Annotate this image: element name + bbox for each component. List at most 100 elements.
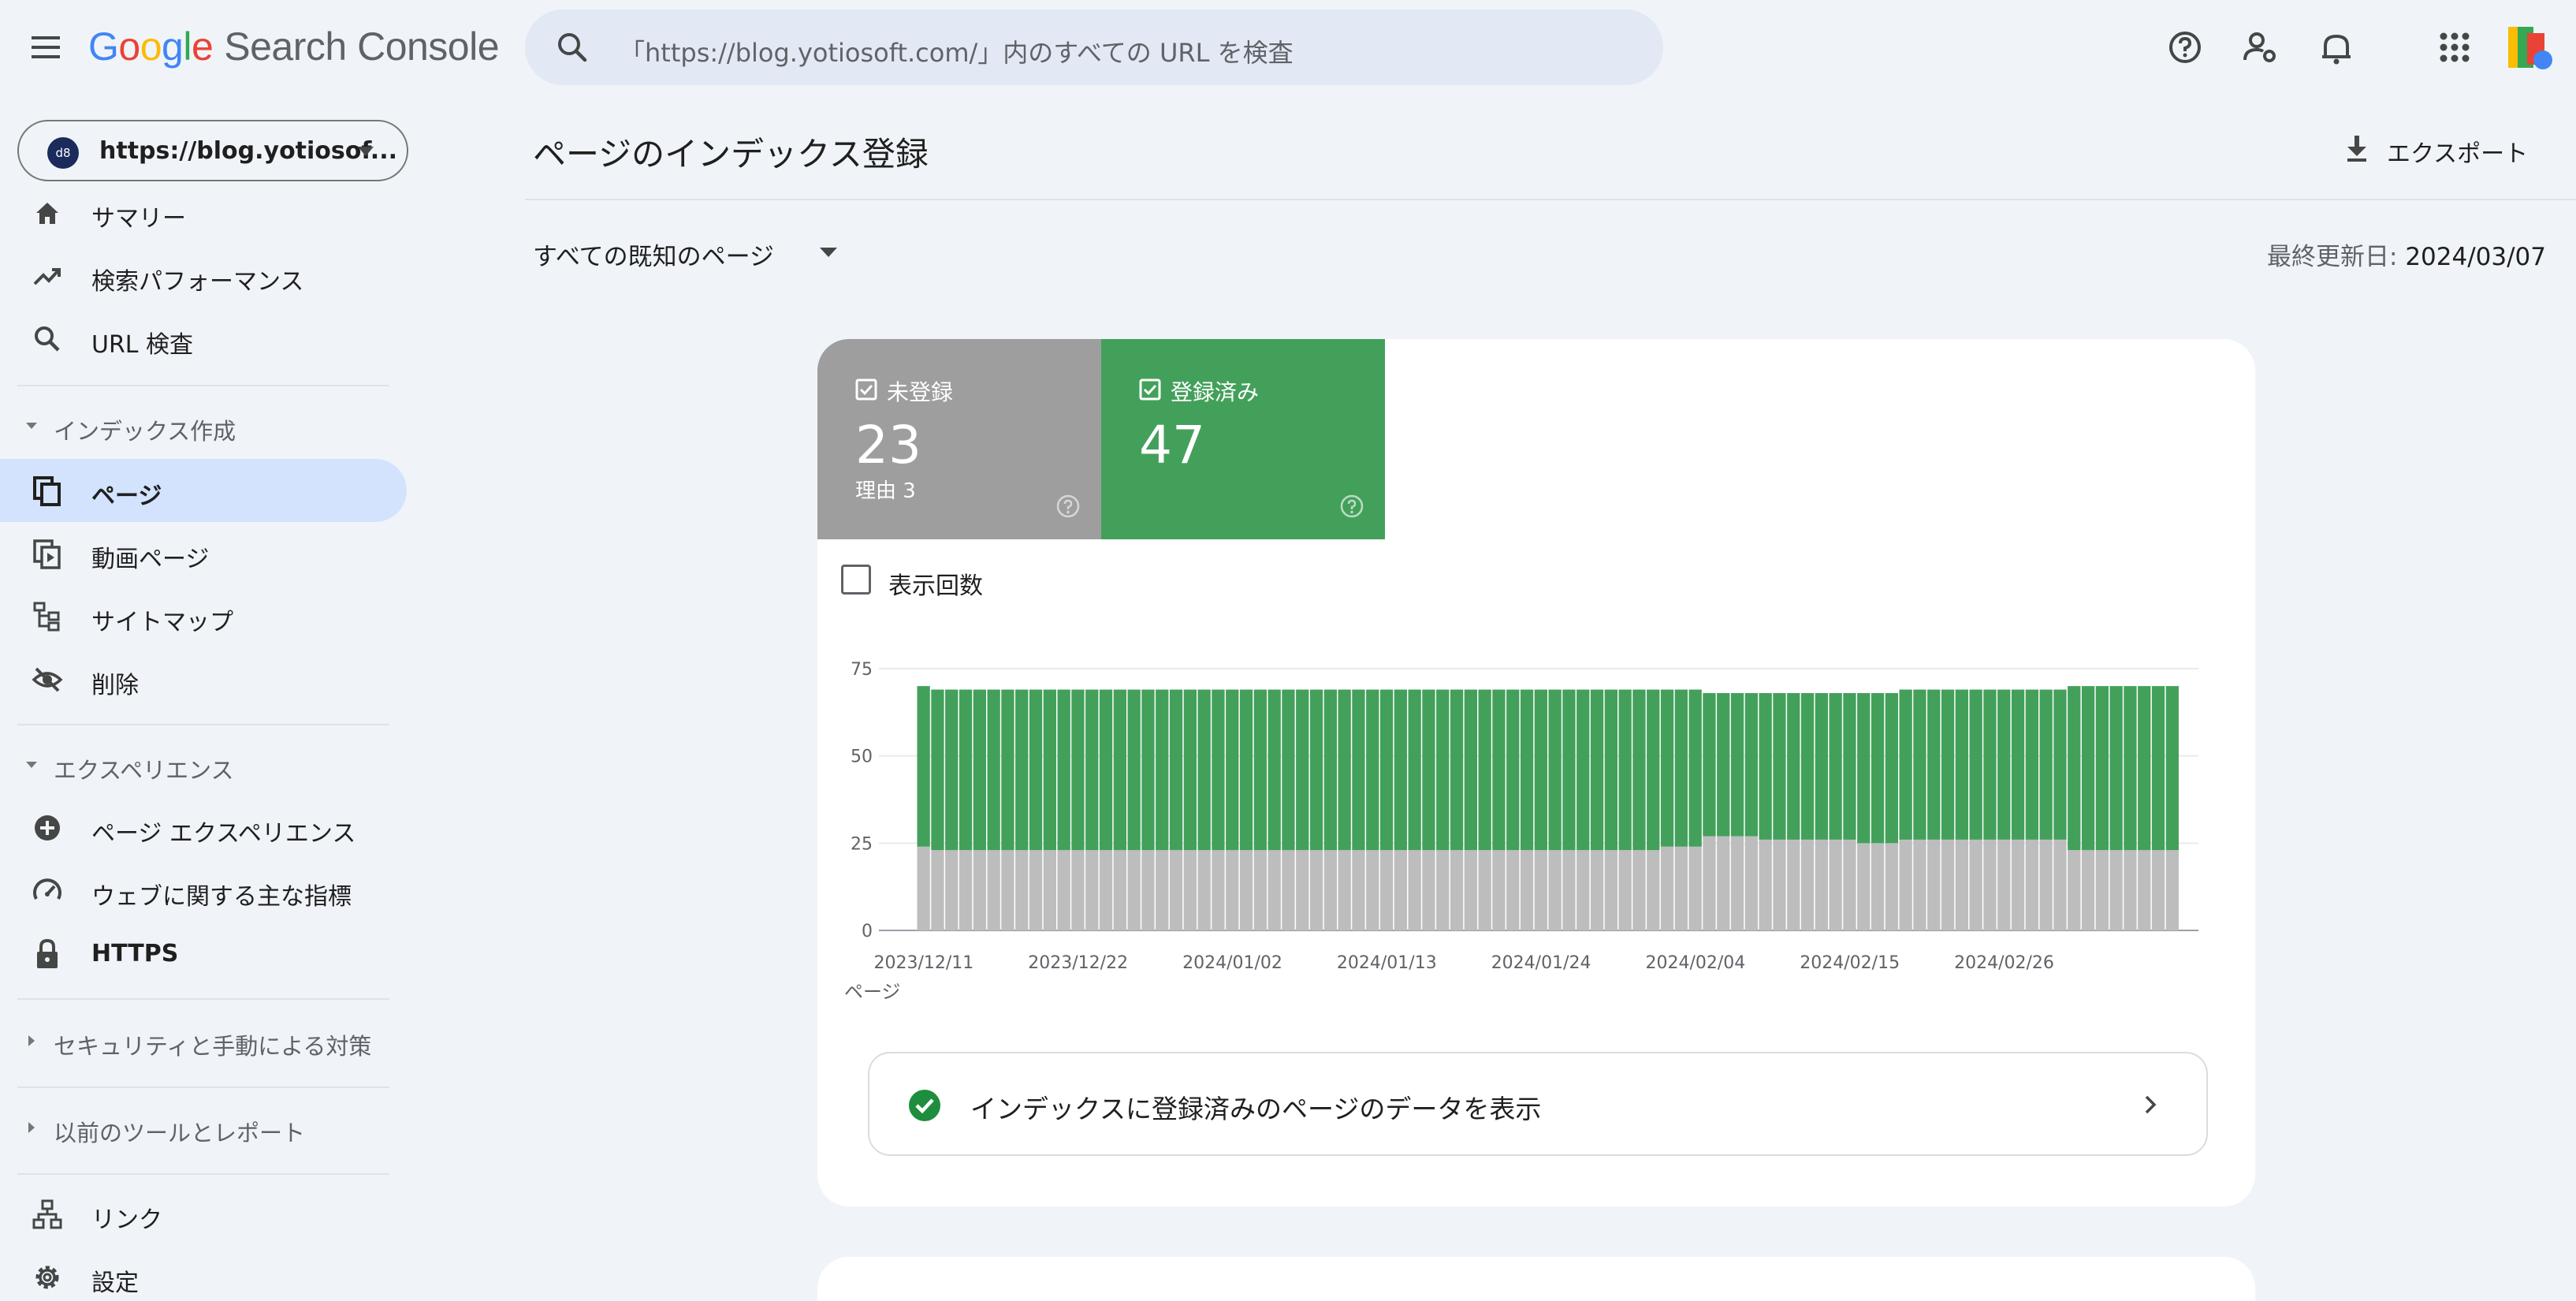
bar-indexed [1773,692,1786,840]
property-avatar: d8 [47,137,79,169]
bar-not-indexed [1338,850,1351,930]
bar-indexed [1043,689,1056,851]
sidebar-item-pages[interactable]: ページ [0,459,407,522]
sidebar-section-experience[interactable]: エクスペリエンス [0,741,407,788]
bar-not-indexed [2053,839,2067,930]
dropdown-arrow-icon [818,244,839,260]
manage-accounts-icon[interactable] [2242,28,2280,66]
help-icon[interactable] [2166,28,2204,66]
bar-not-indexed [2039,839,2053,930]
bar-indexed [2068,686,2081,851]
apps-icon[interactable] [2437,30,2472,65]
property-selector[interactable]: d8 https://blog.yotiosof... [17,120,408,181]
y-tick-label: 75 [851,660,873,680]
bar-indexed [1660,689,1674,847]
bar-not-indexed [1871,843,1885,930]
bar-indexed [1871,692,1885,844]
bar-not-indexed [1969,839,1982,930]
sidebar-item-summary[interactable]: サマリー [0,181,407,244]
checkbox-unchecked-icon[interactable] [841,565,871,595]
sidebar-item-links[interactable]: リンク [0,1183,407,1246]
bar-not-indexed [1422,850,1435,930]
sidebar-section-label: エクスペリエンス [54,757,234,784]
sidebar-section-indexing[interactable]: インデックス作成 [0,402,407,449]
bar-not-indexed [1562,850,1576,930]
bar-not-indexed [2124,850,2137,930]
bar-indexed [1085,689,1099,851]
sidebar-section-legacy[interactable]: 以前のツールとレポート [0,1104,407,1151]
bar-not-indexed [2025,839,2038,930]
sidebar-item-url-inspection[interactable]: URL 検査 [0,308,407,371]
checkbox-checked-icon[interactable] [1139,378,1161,401]
impressions-label: 表示回数 [888,572,983,600]
impressions-checkbox[interactable]: 表示回数 [841,561,1030,600]
last-updated-label: 最終更新日: [2267,243,2398,271]
bar-indexed [1464,689,1477,851]
tile-count: 47 [1139,415,1205,475]
sidebar-item-label: ページ エクスペリエンス [91,820,356,848]
bar-indexed [1323,689,1337,851]
sidebar-item-core-web-vitals[interactable]: ウェブに関する主な指標 [0,859,407,923]
bar-not-indexed [917,846,930,930]
export-button[interactable]: エクスポート [2325,120,2546,177]
bar-indexed [2138,686,2151,851]
sidebar-item-https[interactable]: HTTPS [0,923,407,986]
url-inspection-search[interactable]: 「https://blog.yotiosoft.com/」内のすべての URL … [525,9,1663,85]
bar-not-indexed [1885,843,1898,930]
sidebar-divider [17,385,389,386]
bar-indexed [1913,689,1926,840]
bar-not-indexed [1815,839,1828,930]
bar-not-indexed [1183,850,1197,930]
settings-icon [32,1262,63,1293]
bar-not-indexed [1253,850,1267,930]
bar-indexed [1857,692,1871,844]
help-icon[interactable] [1339,494,1364,519]
checkbox-checked-icon[interactable] [855,378,877,401]
x-tick-label: 2024/02/04 [1645,953,1745,973]
search-console-logo[interactable]: Google Search Console [88,24,500,69]
indexed-tile[interactable]: 登録済み 47 [1101,339,1385,539]
sidebar-item-video-pages[interactable]: 動画ページ [0,522,407,585]
notifications-icon[interactable] [2317,28,2355,66]
bar-indexed [1590,689,1604,851]
bar-not-indexed [1955,839,1968,930]
sidebar-item-settings[interactable]: 設定 [0,1246,407,1301]
tile-count: 23 [855,415,921,475]
search-input[interactable]: 「https://blog.yotiosoft.com/」内のすべての URL … [620,33,1294,69]
bar-indexed [1001,689,1014,851]
page-filter-dropdown[interactable]: すべての既知のページ [533,230,848,274]
header-divider [525,199,2576,200]
sidebar-item-page-experience[interactable]: ページ エクスペリエンス [0,796,407,859]
bar-indexed [1703,692,1716,837]
sidebar-item-sitemaps[interactable]: サイトマップ [0,585,407,648]
sidebar-section-label: 以前のツールとレポート [54,1120,306,1146]
bar-indexed [1688,689,1702,847]
sidebar-divider [17,998,389,1000]
last-updated: 最終更新日: 2024/03/07 [2267,237,2546,272]
sidebar-item-removals[interactable]: 削除 [0,648,407,711]
bar-indexed [1534,689,1547,851]
account-avatar[interactable] [2507,24,2554,71]
bar-not-indexed [1001,850,1014,930]
bar-indexed [2165,686,2179,851]
bar-indexed [1759,692,1772,840]
links-icon [32,1198,63,1230]
sidebar-item-performance[interactable]: 検索パフォーマンス [0,244,407,308]
bar-not-indexed [1983,839,1997,930]
check-circle-icon [907,1088,942,1123]
bar-not-indexed [2068,850,2081,930]
view-indexed-pages-link[interactable]: インデックスに登録済みのページのデータを表示 [868,1052,2208,1156]
bar-not-indexed [1085,850,1099,930]
sidebar-divider [17,1087,389,1088]
not-indexed-tile[interactable]: 未登録 23 理由 3 [817,339,1101,539]
bar-indexed [1338,689,1351,851]
menu-icon[interactable] [28,32,63,63]
bar-indexed [931,689,944,851]
sidebar-section-security[interactable]: セキュリティと手動による対策 [0,1017,407,1064]
help-icon[interactable] [1055,494,1081,519]
filter-label: すべての既知のページ [533,243,774,271]
bar-not-indexed [1576,850,1590,930]
bar-not-indexed [1773,839,1786,930]
bar-not-indexed [973,850,986,930]
bar-indexed [1885,692,1898,844]
